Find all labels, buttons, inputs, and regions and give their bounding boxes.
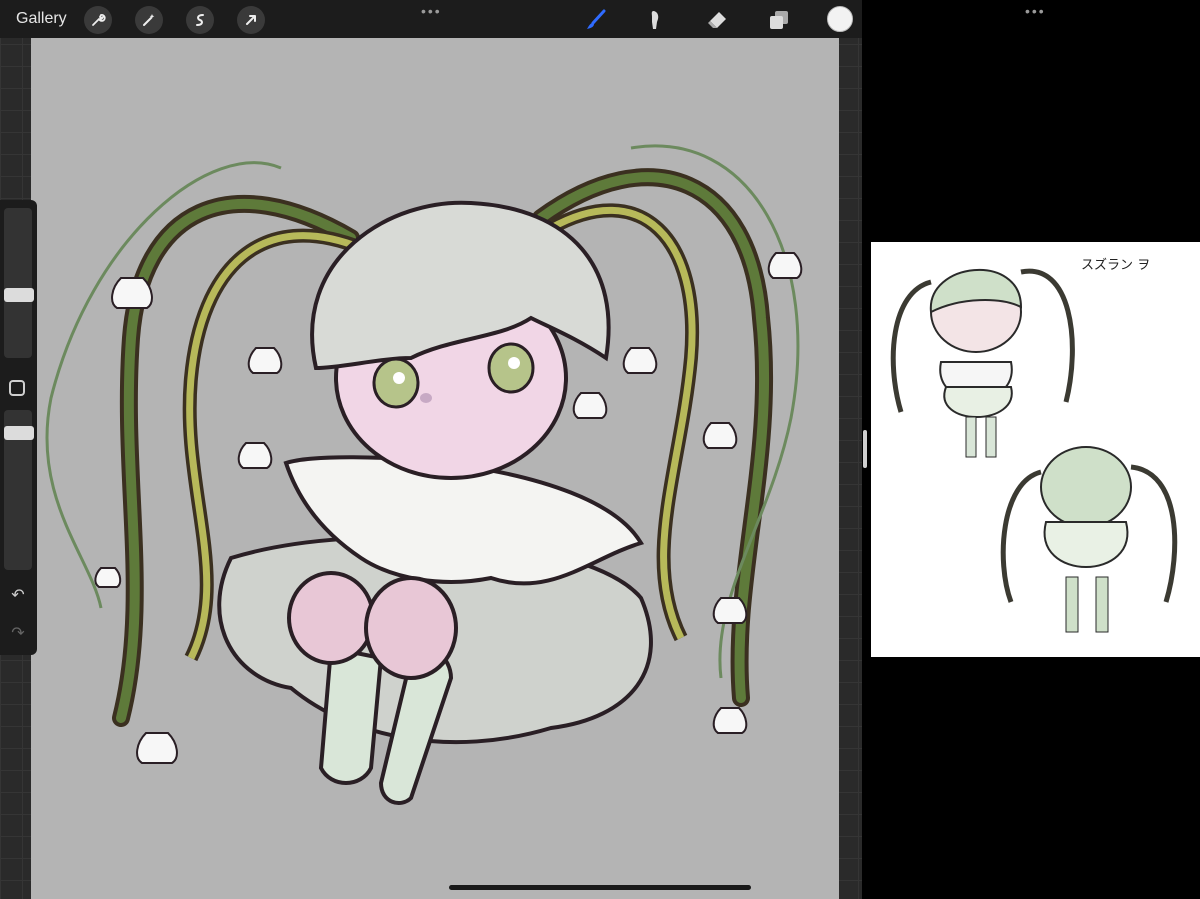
drawing-canvas[interactable] [31, 38, 839, 899]
color-picker-swatch[interactable] [827, 6, 853, 32]
procreate-app: Gallery ••• ↶ ↷ [0, 0, 862, 899]
selection-icon[interactable] [186, 6, 214, 34]
split-view-dots[interactable]: ••• [1025, 3, 1046, 19]
brush-icon[interactable] [583, 7, 609, 33]
redo-icon[interactable]: ↷ [8, 624, 28, 644]
opacity-handle[interactable] [4, 426, 34, 440]
chibi-character-illustration [45, 144, 803, 805]
eraser-icon[interactable] [704, 7, 730, 33]
wrench-icon[interactable] [84, 6, 112, 34]
smudge-icon[interactable] [643, 7, 669, 33]
brush-size-handle[interactable] [4, 288, 34, 302]
reference-sketch [890, 268, 1178, 633]
reference-label: スズラン ヲ [1081, 258, 1151, 273]
brush-sidebar: ↶ ↷ [0, 200, 37, 655]
split-view-divider[interactable] [863, 430, 867, 468]
gallery-button[interactable]: Gallery [16, 10, 67, 28]
reference-image-panel: スズラン ヲ [871, 242, 1200, 657]
home-indicator [449, 885, 751, 890]
canvas-options-dots[interactable]: ••• [421, 3, 442, 19]
transform-arrow-icon[interactable] [237, 6, 265, 34]
modify-button[interactable] [9, 380, 25, 396]
layers-icon[interactable] [766, 7, 792, 33]
brush-size-slider[interactable] [4, 208, 32, 358]
undo-icon[interactable]: ↶ [8, 586, 28, 606]
top-toolbar: Gallery ••• [0, 0, 862, 38]
magic-wand-icon[interactable] [135, 6, 163, 34]
